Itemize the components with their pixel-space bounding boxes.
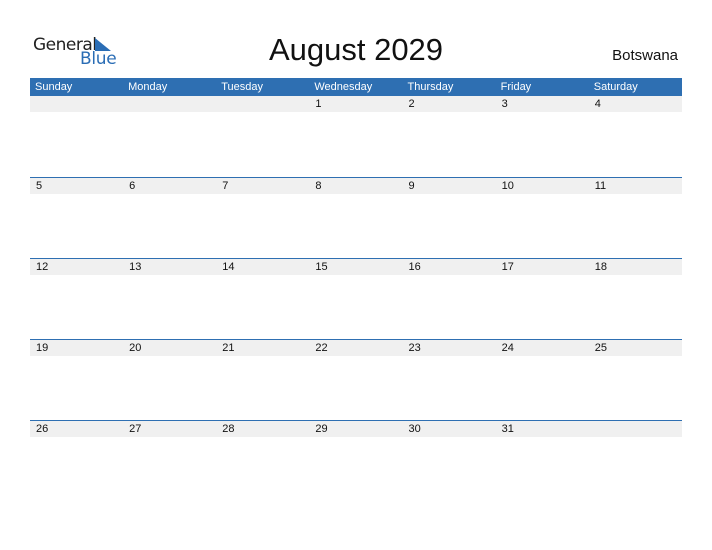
day-cell: 1 [315,98,322,110]
day-cell: 8 [315,180,322,192]
week-row: 1 2 3 4 [30,96,682,177]
day-cell: 15 [315,261,328,273]
day-cell: 12 [36,261,49,273]
day-cell: 27 [129,423,142,435]
weekday-sunday: Sunday [35,81,73,93]
date-band: 1 2 3 4 [30,96,682,112]
country-label: Botswana [612,47,678,64]
day-cell: 11 [594,180,607,192]
day-cell: 3 [501,98,508,110]
weekday-monday: Monday [128,81,168,93]
day-cell: 21 [222,342,235,354]
day-cell: 25 [594,342,607,354]
week-row: 5 6 7 8 9 10 11 [30,177,682,258]
week-row: 26 27 28 29 30 31 [30,420,682,501]
calendar-grid: Sunday Monday Tuesday Wednesday Thursday… [30,78,682,501]
date-band: 5 6 7 8 9 10 11 [30,178,682,194]
weekday-header: Sunday Monday Tuesday Wednesday Thursday… [30,78,682,96]
day-cell: 24 [501,342,514,354]
weekday-saturday: Saturday [593,81,638,93]
day-cell: 16 [408,261,421,273]
date-band: 19 20 21 22 23 24 25 [30,340,682,356]
week-row: 12 13 14 15 16 17 18 [30,258,682,339]
day-cell: 23 [408,342,421,354]
day-cell: 14 [222,261,235,273]
day-cell: 22 [315,342,328,354]
day-cell: 13 [129,261,142,273]
day-cell: 7 [222,180,229,192]
day-cell: 5 [36,180,43,192]
day-cell [589,421,682,437]
day-cell: 20 [129,342,142,354]
day-cell [123,96,216,112]
day-cell: 10 [501,180,514,192]
day-cell: 4 [594,98,601,110]
day-cell: 2 [408,98,415,110]
weekday-thursday: Thursday [407,81,454,93]
day-cell: 26 [36,423,49,435]
weeks-container: 1 2 3 4 5 6 7 8 9 10 11 12 13 14 15 16 17 18 19 20 21 22 23 24 2… [30,96,682,501]
day-cell: 18 [594,261,607,273]
date-band: 12 13 14 15 16 17 18 [30,259,682,275]
day-cell: 17 [501,261,514,273]
day-cell [216,96,309,112]
day-cell: 6 [129,180,136,192]
day-cell: 31 [501,423,514,435]
day-cell: 30 [408,423,421,435]
day-cell [30,96,123,112]
week-row: 19 20 21 22 23 24 25 [30,339,682,420]
day-cell: 19 [36,342,49,354]
date-band: 26 27 28 29 30 31 [30,421,682,437]
page-title: August 2029 [268,32,444,67]
weekday-friday: Friday [500,81,532,93]
weekday-wednesday: Wednesday [314,81,373,93]
day-cell: 29 [315,423,328,435]
weekday-tuesday: Tuesday [221,81,264,93]
day-cell: 9 [408,180,415,192]
day-cell: 28 [222,423,235,435]
